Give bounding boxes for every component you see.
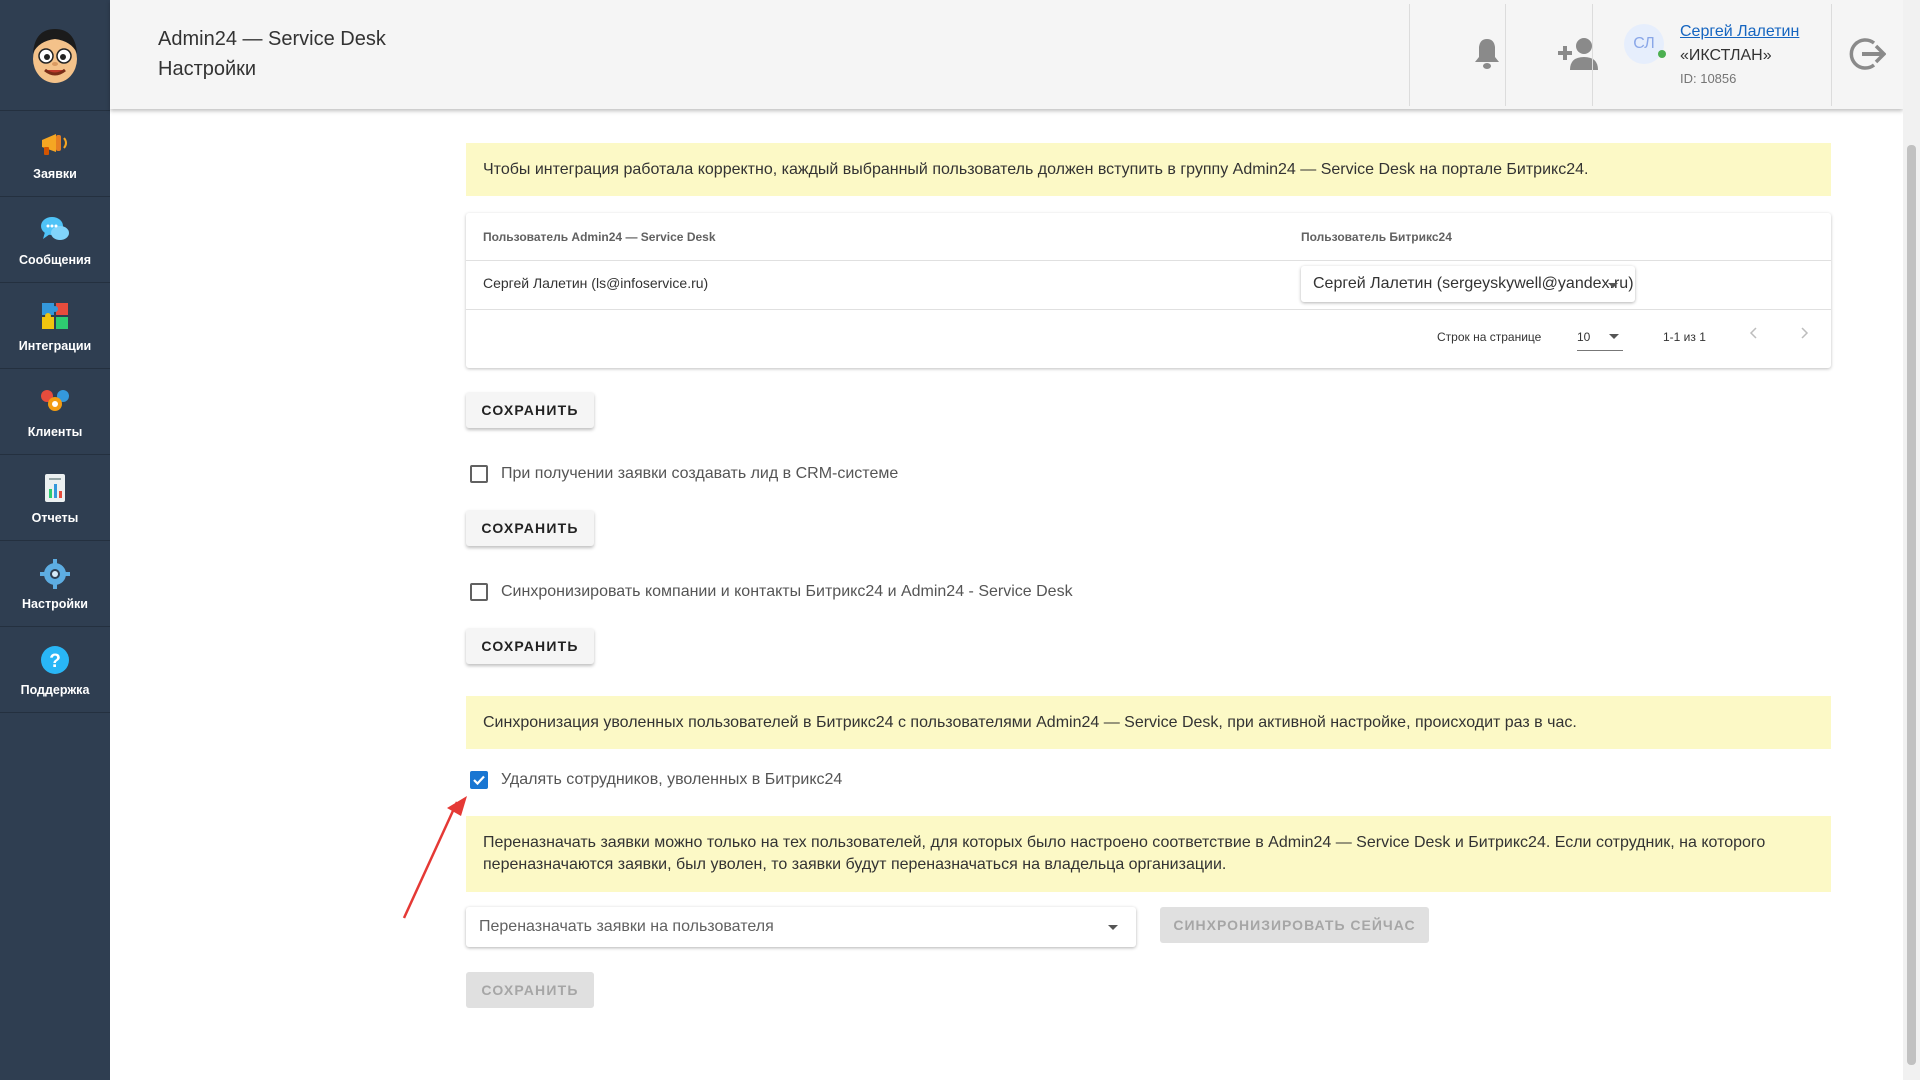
create-lead-label: При получении заявки создавать лид в CRM… bbox=[501, 465, 899, 482]
column-header-admin-user: Пользователь Admin24 — Service Desk bbox=[483, 230, 716, 244]
sidebar-item-support[interactable]: ? Поддержка bbox=[0, 627, 110, 713]
user-mapping-table: Пользователь Admin24 — Service Desk Поль… bbox=[466, 213, 1831, 368]
header-divider bbox=[1505, 4, 1506, 106]
sidebar-item-messages[interactable]: Сообщения bbox=[0, 197, 110, 283]
delete-fired-checkbox-row[interactable]: Удалять сотрудников, уволенных в Битрикс… bbox=[470, 771, 842, 789]
user-name-link[interactable]: Сергей Лалетин bbox=[1680, 23, 1799, 41]
help-icon: ? bbox=[41, 645, 69, 674]
header-divider bbox=[1592, 4, 1593, 106]
svg-text:?: ? bbox=[49, 651, 61, 672]
sidebar-item-integrations[interactable]: Интеграции bbox=[0, 283, 110, 369]
logo[interactable] bbox=[0, 0, 110, 111]
sidebar-item-label: Клиенты bbox=[27, 424, 83, 439]
puzzle-icon bbox=[42, 302, 68, 329]
create-lead-checkbox-row[interactable]: При получении заявки создавать лид в CRM… bbox=[470, 465, 898, 483]
chevron-down-icon bbox=[1609, 334, 1619, 339]
sync-now-button[interactable]: СИНХРОНИЗИРОВАТЬ СЕЙЧАС bbox=[1160, 907, 1429, 943]
sidebar-item-requests[interactable]: Заявки bbox=[0, 111, 110, 197]
chevron-down-icon bbox=[1608, 283, 1618, 288]
sync-notice-text: Синхронизация уволенных пользователей в … bbox=[483, 713, 1577, 731]
admin-user-cell: Сергей Лалетин (ls@infoservice.ru) bbox=[483, 275, 709, 291]
rows-per-page-select[interactable]: 10 bbox=[1577, 320, 1623, 351]
mascot-logo-icon bbox=[33, 29, 77, 83]
notifications-button[interactable] bbox=[1457, 24, 1517, 84]
header-divider bbox=[1831, 4, 1832, 106]
add-user-icon bbox=[1558, 38, 1598, 70]
delete-fired-label: Удалять сотрудников, уволенных в Битрикс… bbox=[501, 771, 843, 788]
sidebar-item-label: Заявки bbox=[33, 166, 77, 181]
top-header: Admin24 — Service Desk Настройки СЛ Серг… bbox=[110, 0, 1903, 109]
integration-notice: Чтобы интеграция работала корректно, каж… bbox=[466, 143, 1831, 196]
reassign-notice: Переназначать заявки можно только на тех… bbox=[466, 816, 1831, 892]
page-title: Настройки bbox=[158, 58, 257, 80]
online-status-dot bbox=[1658, 50, 1666, 58]
sync-companies-label: Синхронизировать компании и контакты Бит… bbox=[501, 583, 1073, 600]
page-scrollbar[interactable] bbox=[1903, 0, 1920, 1080]
sidebar: Заявки Сообщения Интеграции Клиенты Отче… bbox=[0, 0, 110, 1080]
save-button[interactable]: СОХРАНИТЬ bbox=[466, 510, 594, 546]
user-id: ID: 10856 bbox=[1680, 71, 1737, 86]
bitrix-user-select[interactable]: Сергей Лалетин (sergeyskywell@yandex.ru) bbox=[1301, 266, 1635, 302]
scrollbar-thumb[interactable] bbox=[1907, 145, 1916, 1065]
pagination-range: 1-1 из 1 bbox=[1663, 330, 1706, 344]
bitrix-user-value: Сергей Лалетин (sergeyskywell@yandex.ru) bbox=[1313, 275, 1634, 292]
save-button[interactable]: СОХРАНИТЬ bbox=[466, 392, 594, 428]
sync-notice: Синхронизация уволенных пользователей в … bbox=[466, 696, 1831, 749]
sidebar-item-label: Поддержка bbox=[20, 682, 90, 697]
rows-per-page-label: Строк на странице bbox=[1437, 330, 1542, 344]
sidebar-item-clients[interactable]: Клиенты bbox=[0, 369, 110, 455]
divider bbox=[466, 309, 1831, 310]
chevron-down-icon bbox=[1108, 925, 1118, 930]
logout-button[interactable] bbox=[1836, 24, 1896, 84]
sync-companies-checkbox[interactable] bbox=[470, 583, 488, 601]
divider bbox=[466, 260, 1831, 261]
sidebar-item-label: Настройки bbox=[22, 596, 88, 611]
add-user-button[interactable] bbox=[1548, 24, 1608, 84]
logout-icon bbox=[1849, 38, 1886, 70]
sidebar-item-label: Отчеты bbox=[31, 510, 79, 525]
avatar: СЛ bbox=[1624, 24, 1664, 64]
header-divider bbox=[1409, 4, 1410, 106]
save-button[interactable]: СОХРАНИТЬ bbox=[466, 628, 594, 664]
sidebar-item-reports[interactable]: Отчеты bbox=[0, 455, 110, 541]
report-icon bbox=[45, 473, 65, 502]
rows-per-page-value: 10 bbox=[1577, 330, 1591, 344]
sidebar-item-settings[interactable]: Настройки bbox=[0, 541, 110, 627]
sidebar-item-label: Сообщения bbox=[18, 252, 92, 267]
sync-companies-checkbox-row[interactable]: Синхронизировать компании и контакты Бит… bbox=[470, 583, 1073, 601]
megaphone-icon bbox=[42, 133, 67, 155]
reassign-user-select[interactable]: Переназначать заявки на пользователя bbox=[466, 907, 1136, 947]
chat-bubbles-icon bbox=[41, 216, 69, 240]
reassign-notice-text: Переназначать заявки можно только на тех… bbox=[483, 834, 1766, 873]
bell-icon bbox=[1475, 39, 1499, 69]
integration-notice-text: Чтобы интеграция работала корректно, каж… bbox=[483, 160, 1589, 178]
annotation-arrow bbox=[402, 796, 467, 919]
gear-icon bbox=[40, 558, 70, 589]
prev-page-icon[interactable] bbox=[1746, 325, 1762, 341]
save-button[interactable]: СОХРАНИТЬ bbox=[466, 972, 594, 1008]
reassign-user-placeholder: Переназначать заявки на пользователя bbox=[479, 918, 774, 935]
create-lead-checkbox[interactable] bbox=[470, 465, 488, 483]
app-title: Admin24 — Service Desk bbox=[158, 28, 386, 50]
people-icon bbox=[41, 389, 69, 411]
column-header-bitrix-user: Пользователь Битрикс24 bbox=[1301, 230, 1452, 244]
sidebar-item-label: Интеграции bbox=[18, 338, 92, 353]
next-page-icon[interactable] bbox=[1796, 325, 1812, 341]
user-organization: «ИКСТЛАН» bbox=[1680, 47, 1772, 64]
